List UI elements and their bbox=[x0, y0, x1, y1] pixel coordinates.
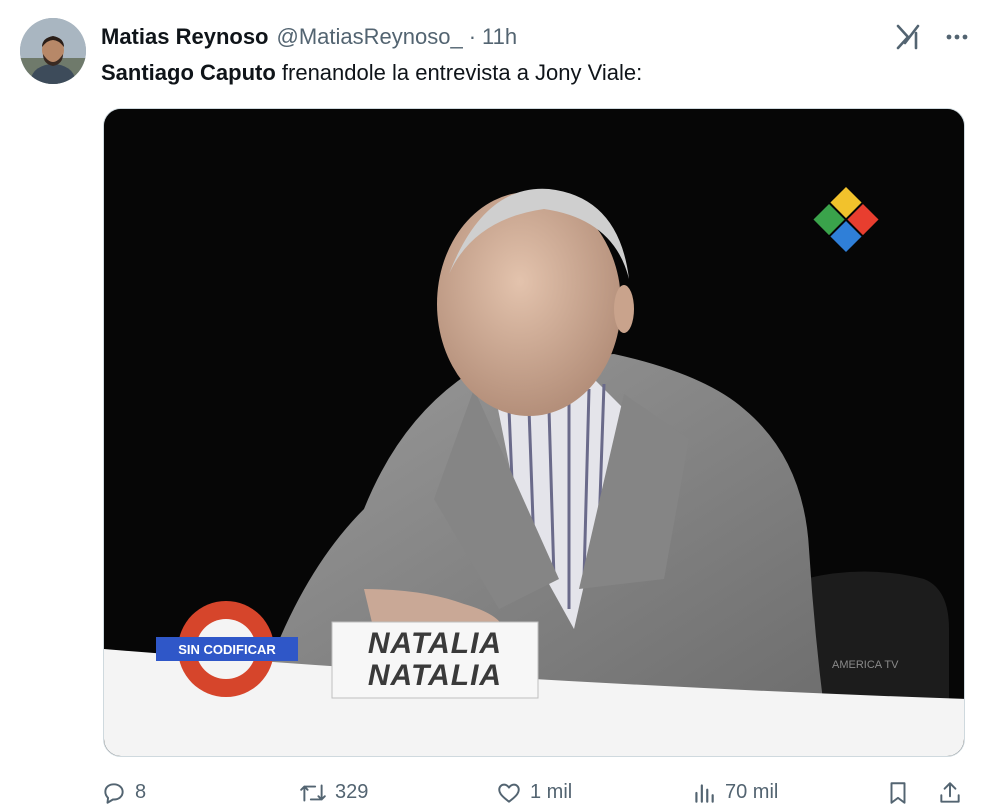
views-count: 70 mil bbox=[725, 781, 779, 803]
tweet-text: Santiago Caputo frenandole la entrevista… bbox=[101, 58, 642, 88]
author-avatar[interactable] bbox=[20, 18, 86, 84]
like-button[interactable]: 1 mil bbox=[496, 778, 572, 807]
chair-text-label: AMERICA TV bbox=[832, 659, 899, 671]
tweet-video[interactable]: NATALIA NATALIA SIN CODIFICAR AMERICA TV bbox=[103, 108, 965, 757]
separator-dot: · bbox=[468, 24, 477, 49]
share-icon bbox=[940, 781, 960, 803]
tweet-time[interactable]: 11h bbox=[482, 24, 517, 50]
reply-icon bbox=[104, 782, 124, 804]
avatar-photo bbox=[20, 18, 86, 84]
like-count: 1 mil bbox=[530, 781, 573, 803]
repost-icon bbox=[300, 783, 326, 802]
tweet-header: Matias Reynoso @MatiasReynoso_ · 11h bbox=[101, 20, 980, 54]
nameplate: NATALIA NATALIA bbox=[332, 622, 538, 698]
bookmark-icon bbox=[890, 781, 906, 804]
nameplate-line2: NATALIA bbox=[367, 659, 503, 692]
repost-button[interactable]: 329 bbox=[299, 778, 368, 807]
author-handle[interactable]: @MatiasReynoso_ bbox=[277, 24, 463, 50]
repost-count: 329 bbox=[335, 781, 369, 803]
chair-text: AMERICA TV bbox=[832, 659, 898, 671]
grok-icon[interactable] bbox=[894, 23, 922, 51]
reply-button[interactable]: 8 bbox=[101, 778, 146, 807]
tweet-text-bold: Santiago Caputo bbox=[101, 60, 276, 85]
views-button[interactable]: 70 mil bbox=[691, 778, 778, 807]
tweet-text-rest: frenandole la entrevista a Jony Viale: bbox=[275, 60, 643, 85]
roundel-banner-text: SIN CODIFICAR bbox=[178, 641, 276, 657]
header-actions bbox=[894, 20, 970, 54]
like-icon bbox=[498, 783, 520, 803]
tweet-actions: 8 329 1 mil 70 mil bbox=[101, 778, 971, 807]
views-icon bbox=[695, 783, 714, 803]
share-button[interactable] bbox=[937, 778, 963, 807]
reply-count: 8 bbox=[135, 781, 147, 803]
roundel-banner: SIN CODIFICAR bbox=[156, 637, 298, 661]
more-icon[interactable] bbox=[944, 24, 970, 50]
bookmark-button[interactable] bbox=[885, 778, 911, 807]
nameplate-line1: NATALIA bbox=[367, 627, 503, 660]
author-name[interactable]: Matias Reynoso bbox=[101, 24, 269, 50]
